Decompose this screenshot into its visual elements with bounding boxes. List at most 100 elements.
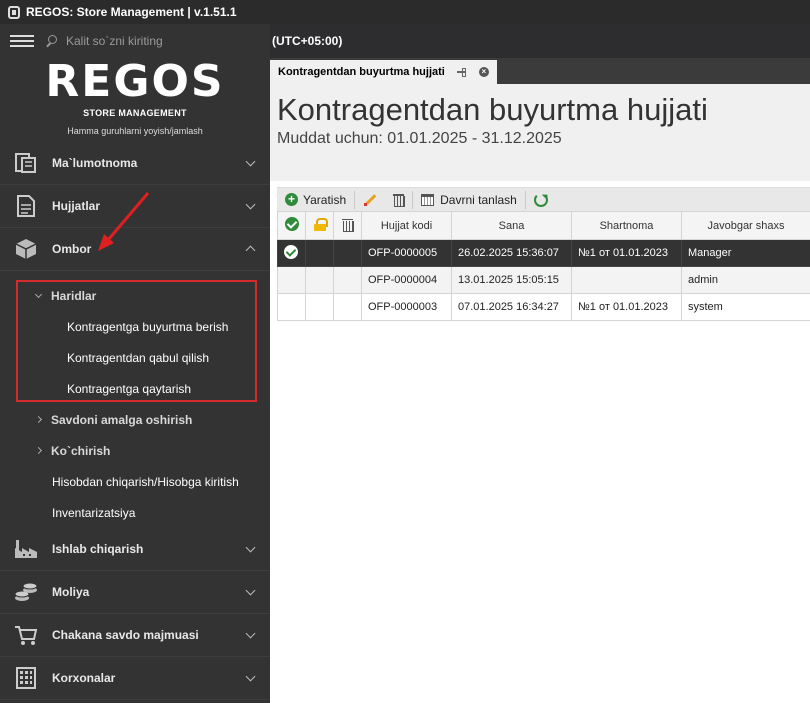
tab-kontragentdan-buyurtma[interactable]: Kontragentdan buyurtma hujjati ×	[270, 60, 497, 84]
hamburger-menu-icon[interactable]	[10, 35, 34, 47]
sidebar-item-label: Ma`lumotnoma	[52, 156, 138, 170]
sidebar-item-malumotnoma[interactable]: Ma`lumotnoma	[0, 142, 270, 185]
add-icon: +	[285, 193, 298, 206]
contract-cell	[571, 266, 682, 294]
check-circle-icon	[284, 244, 298, 259]
column-header-responsible[interactable]: Javobgar shaxs	[681, 211, 810, 240]
sidebar-item-label: Ombor	[52, 242, 92, 256]
locked-cell	[305, 239, 334, 267]
sidebar-item-moliya[interactable]: Moliya	[0, 571, 270, 614]
window-title: REGOS: Store Management | v.1.51.1	[26, 5, 237, 19]
pin-icon[interactable]	[456, 67, 467, 77]
delete-button[interactable]	[385, 188, 412, 212]
sidebar-item-ombor[interactable]: Ombor	[0, 228, 270, 271]
logo-block: REGOS STORE MANAGEMENT Hamma guruhlarni …	[0, 58, 270, 142]
document-tabs: Kontragentdan buyurtma hujjati ×	[270, 58, 810, 84]
table-row[interactable]: OFP-0000003 07.01.2025 16:34:27 №1 от 01…	[277, 293, 810, 321]
approved-cell	[277, 266, 306, 294]
page-title: Kontragentdan buyurtma hujjati	[277, 92, 708, 127]
chevron-up-icon	[245, 245, 256, 256]
deleted-cell	[333, 266, 362, 294]
code-cell: OFP-0000003	[361, 293, 452, 321]
box-icon	[14, 237, 38, 261]
contract-cell: №1 от 01.01.2023	[571, 293, 682, 321]
approved-cell	[277, 239, 306, 267]
date-cell: 13.01.2025 15:05:15	[451, 266, 572, 294]
pencil-icon	[363, 193, 377, 207]
toolbar: + Yaratish Davrni tanlash	[277, 187, 810, 211]
search-icon	[46, 35, 58, 47]
submenu-item-inventarizatsiya[interactable]: Inventarizatsiya	[52, 497, 135, 528]
refresh-button[interactable]	[526, 188, 556, 212]
column-header-date[interactable]: Sana	[451, 211, 572, 240]
sidebar-item-chakana-savdo[interactable]: Chakana savdo majmuasi	[0, 614, 270, 657]
factory-icon	[14, 537, 38, 561]
lock-icon	[313, 217, 328, 231]
responsible-cell: admin	[681, 266, 810, 294]
column-header-contract[interactable]: Shartnoma	[571, 211, 682, 240]
approved-cell	[277, 293, 306, 321]
period-select-label: Davrni tanlash	[440, 192, 517, 207]
trash-icon	[342, 218, 354, 232]
code-cell: OFP-0000004	[361, 266, 452, 294]
chevron-down-icon	[245, 585, 256, 596]
chevron-down-icon	[245, 628, 256, 639]
chevron-down-icon	[245, 156, 256, 167]
create-button[interactable]: + Yaratish	[277, 188, 354, 212]
submenu-item-hisob[interactable]: Hisobdan chiqarish/Hisobga kiritish	[52, 466, 239, 497]
main-area: (UTC+05:00) Kontragentdan buyurtma hujja…	[270, 24, 810, 703]
documents-icon	[14, 194, 38, 218]
column-header-code[interactable]: Hujjat kodi	[361, 211, 452, 240]
create-label: Yaratish	[303, 192, 347, 207]
chevron-down-icon	[245, 671, 256, 682]
responsible-cell: system	[681, 293, 810, 321]
sidebar: REGOS STORE MANAGEMENT Hamma guruhlarni …	[0, 24, 270, 703]
deleted-cell	[333, 293, 362, 321]
sidebar-item-korxonalar[interactable]: Korxonalar	[0, 657, 270, 700]
table-row[interactable]: OFP-0000004 13.01.2025 15:05:15 admin	[277, 266, 810, 294]
search-input[interactable]	[66, 34, 266, 48]
period-select-button[interactable]: Davrni tanlash	[413, 188, 525, 212]
submenu-savdo[interactable]: Savdoni amalga oshirish	[34, 404, 193, 435]
contract-cell: №1 от 01.01.2023	[571, 239, 682, 267]
table-header-row: Hujjat kodi Sana Shartnoma Javobgar shax…	[277, 211, 810, 240]
locked-column-header[interactable]	[305, 211, 334, 240]
sidebar-item-label: Hujjatlar	[52, 199, 101, 213]
submenu-label: Ko`chirish	[51, 443, 111, 458]
title-bar: REGOS: Store Management | v.1.51.1	[0, 0, 810, 24]
highlight-box	[16, 280, 257, 402]
chevron-right-icon	[34, 446, 43, 455]
code-cell: OFP-0000005	[361, 239, 452, 267]
expand-collapse-all-link[interactable]: Hamma guruhlarni yoyish/jamlash	[0, 126, 270, 136]
sidebar-item-label: Korxonalar	[52, 671, 116, 685]
sidebar-item-label: Chakana savdo majmuasi	[52, 628, 199, 642]
sidebar-item-hujjatlar[interactable]: Hujjatlar	[0, 185, 270, 228]
check-circle-icon	[284, 217, 299, 231]
reference-icon	[14, 151, 38, 175]
date-cell: 26.02.2025 15:36:07	[451, 239, 572, 267]
chevron-right-icon	[34, 415, 43, 424]
documents-table: Hujjat kodi Sana Shartnoma Javobgar shax…	[277, 211, 810, 321]
edit-button[interactable]	[355, 188, 385, 212]
coins-icon	[14, 580, 38, 604]
logo-subtitle: STORE MANAGEMENT	[83, 108, 187, 118]
logo: REGOS	[45, 56, 225, 107]
sidebar-item-ishlab-chiqarish[interactable]: Ishlab chiqarish	[0, 528, 270, 571]
approved-column-header[interactable]	[277, 211, 306, 240]
chevron-down-icon	[245, 199, 256, 210]
close-icon[interactable]: ×	[478, 67, 489, 77]
date-cell: 07.01.2025 16:34:27	[451, 293, 572, 321]
tab-label: Kontragentdan buyurtma hujjati	[278, 66, 445, 78]
trash-icon	[393, 193, 406, 207]
deleted-column-header[interactable]	[333, 211, 362, 240]
timezone-label: (UTC+05:00)	[270, 24, 810, 58]
submenu-kochirish[interactable]: Ko`chirish	[34, 435, 111, 466]
locked-cell	[305, 293, 334, 321]
table-row[interactable]: OFP-0000005 26.02.2025 15:36:07 №1 от 01…	[277, 239, 810, 267]
submenu-label: Savdoni amalga oshirish	[51, 412, 193, 427]
refresh-icon	[533, 192, 548, 207]
sidebar-item-label: Ishlab chiqarish	[52, 542, 144, 556]
sidebar-search-row	[0, 24, 270, 58]
building-icon	[14, 666, 38, 690]
document-header: Kontragentdan buyurtma hujjati Muddat uc…	[270, 84, 810, 181]
